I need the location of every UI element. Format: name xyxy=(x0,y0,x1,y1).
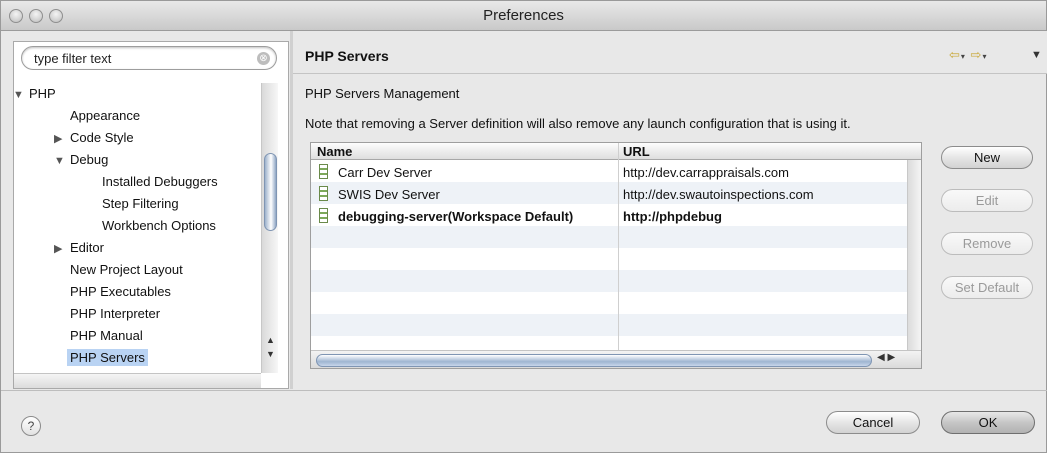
servers-table: Name URL Carr Dev Server http://dev.carr… xyxy=(310,142,922,369)
table-row[interactable]: SWIS Dev Server http://dev.swautoinspect… xyxy=(311,184,907,206)
tree-item-php-interpreter[interactable]: PHP Interpreter xyxy=(70,303,160,325)
tree-item-label: Installed Debuggers xyxy=(102,174,218,189)
tree-item-debug[interactable]: ▼ Debug xyxy=(54,149,108,171)
forward-arrow-icon[interactable]: ⇨ xyxy=(971,47,983,62)
row-stripe xyxy=(311,226,907,248)
collapsed-triangle-icon[interactable]: ▶ xyxy=(54,128,70,150)
server-name-cell: Carr Dev Server xyxy=(319,162,432,184)
tree-item-label: PHP Manual xyxy=(70,328,143,343)
server-url: http://dev.carrappraisals.com xyxy=(623,165,789,180)
preferences-window: Preferences type filter text ⊗ ▼ PHP Appe… xyxy=(0,0,1047,453)
column-header-url[interactable]: URL xyxy=(623,144,650,159)
tree-item-editor[interactable]: ▶ Editor xyxy=(54,237,104,259)
row-stripe xyxy=(311,248,907,270)
row-stripe xyxy=(311,292,907,314)
tree-item-label: PHP Executables xyxy=(70,284,171,299)
tree-item-php[interactable]: ▼ PHP xyxy=(13,83,56,105)
history-navigation: ⇦▾ ⇨▾ xyxy=(949,47,988,62)
tree-item-workbench-options[interactable]: Workbench Options xyxy=(102,215,216,237)
tree-item-label: PHP Interpreter xyxy=(70,306,161,321)
server-icon xyxy=(319,186,328,201)
tree-horizontal-scrollbar[interactable] xyxy=(14,373,261,388)
page-title: PHP Servers xyxy=(305,48,389,64)
back-arrow-icon[interactable]: ⇦ xyxy=(949,47,961,62)
server-url: http://phpdebug xyxy=(623,209,722,224)
server-icon xyxy=(319,164,328,179)
clear-filter-icon[interactable]: ⊗ xyxy=(257,52,270,65)
removal-note: Note that removing a Server definition w… xyxy=(305,116,851,131)
tree-item-label: Appearance xyxy=(70,108,141,123)
tree-item-label: Editor xyxy=(70,240,104,255)
tree-item-label: Workbench Options xyxy=(102,218,216,233)
server-url: http://dev.swautoinspections.com xyxy=(623,187,814,202)
table-row[interactable]: Carr Dev Server http://dev.carrappraisal… xyxy=(311,162,907,184)
tree-item-new-project-layout[interactable]: New Project Layout xyxy=(70,259,183,281)
tree-item-appearance[interactable]: Appearance xyxy=(70,105,140,127)
server-name: debugging-server(Workspace Default) xyxy=(338,209,574,224)
page-header xyxy=(293,31,1047,73)
tree-item-step-filtering[interactable]: Step Filtering xyxy=(102,193,179,215)
tree-scroll-thumb[interactable] xyxy=(264,153,277,231)
tree-item-label: Debug xyxy=(70,152,109,167)
tree-item-php-servers[interactable]: PHP Servers xyxy=(67,347,148,369)
tree-vertical-scrollbar[interactable]: ▲ ▼ xyxy=(261,83,278,373)
scroll-down-arrow-icon[interactable]: ▼ xyxy=(266,349,275,359)
header-separator xyxy=(293,73,1047,74)
footer-separator xyxy=(1,390,1047,391)
window-title: Preferences xyxy=(483,7,564,24)
server-name: Carr Dev Server xyxy=(338,165,432,180)
expanded-triangle-icon[interactable]: ▼ xyxy=(13,84,29,106)
server-name-cell: debugging-server(Workspace Default) xyxy=(319,206,573,228)
tree-item-label: PHP Servers xyxy=(67,349,148,366)
set-default-button[interactable]: Set Default xyxy=(941,276,1033,299)
table-row-default[interactable]: debugging-server(Workspace Default) http… xyxy=(311,206,907,228)
server-name-cell: SWIS Dev Server xyxy=(319,184,440,206)
table-scroll-thumb[interactable] xyxy=(316,354,872,367)
pane-divider[interactable] xyxy=(290,31,293,389)
ok-button[interactable]: OK xyxy=(941,411,1035,434)
view-menu-icon[interactable]: ▼ xyxy=(1031,49,1042,61)
row-stripe xyxy=(311,314,907,336)
tree-item-label: PHP xyxy=(29,86,56,101)
scroll-up-arrow-icon[interactable]: ▲ xyxy=(266,335,275,345)
tree-item-label: New Project Layout xyxy=(70,262,183,277)
server-name: SWIS Dev Server xyxy=(338,187,440,202)
server-icon xyxy=(319,208,328,223)
row-stripe xyxy=(311,270,907,292)
title-bar[interactable]: Preferences xyxy=(1,1,1046,31)
edit-button[interactable]: Edit xyxy=(941,189,1033,212)
section-label: PHP Servers Management xyxy=(305,86,460,101)
tree-item-php-manual[interactable]: PHP Manual xyxy=(70,325,143,347)
new-button[interactable]: New xyxy=(941,146,1033,169)
tree-item-php-executables[interactable]: PHP Executables xyxy=(70,281,171,303)
preferences-tree: ▼ PHP Appearance ▶ Code Style ▼ Debug Insta… xyxy=(13,83,263,373)
filter-placeholder: type filter text xyxy=(34,51,112,66)
tree-item-label: Step Filtering xyxy=(102,196,179,211)
tree-item-installed-debuggers[interactable]: Installed Debuggers xyxy=(102,171,218,193)
tree-item-label: Code Style xyxy=(70,130,134,145)
expanded-triangle-icon[interactable]: ▼ xyxy=(54,150,70,172)
column-header-name[interactable]: Name xyxy=(317,144,352,159)
scroll-arrows-icon[interactable]: ◀ ▶ xyxy=(877,352,895,363)
cancel-button[interactable]: Cancel xyxy=(826,411,920,434)
remove-button[interactable]: Remove xyxy=(941,232,1033,255)
filter-input[interactable]: type filter text ⊗ xyxy=(21,46,277,70)
collapsed-triangle-icon[interactable]: ▶ xyxy=(54,238,70,260)
table-horizontal-scrollbar[interactable]: ◀ ▶ xyxy=(311,350,921,368)
table-vertical-scrollbar[interactable] xyxy=(907,160,921,350)
table-header: Name URL xyxy=(311,143,921,160)
tree-item-code-style[interactable]: ▶ Code Style xyxy=(54,127,134,149)
help-icon[interactable]: ? xyxy=(21,416,41,436)
